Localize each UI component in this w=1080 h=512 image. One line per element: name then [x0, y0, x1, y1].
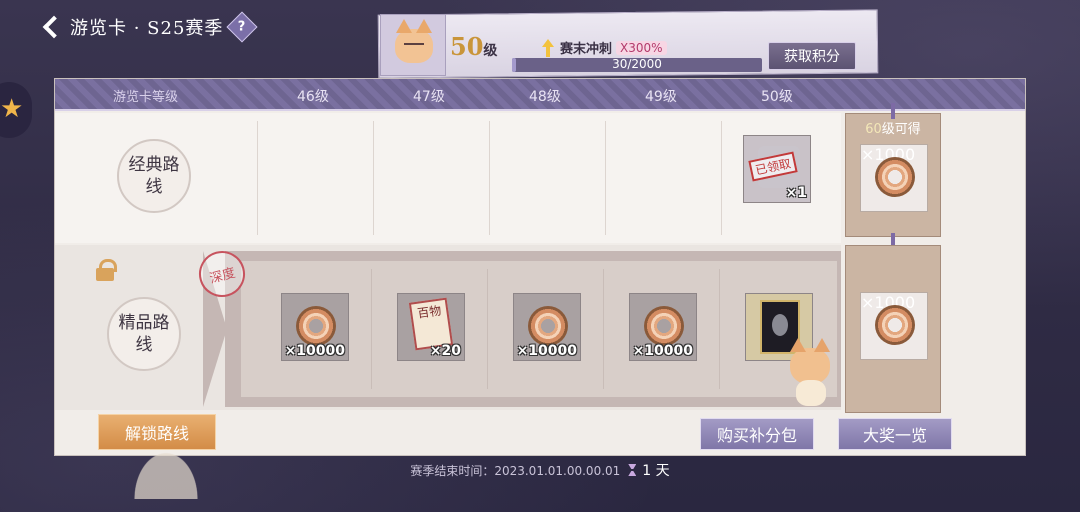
- classic-route-badge: 经典路线: [117, 139, 191, 213]
- season-end-label: 赛季结束时间：2023.01.01.00.00.01: [410, 464, 621, 478]
- header-row-label: 游览卡等级: [113, 90, 179, 105]
- reward-item-classic-50[interactable]: 已领取 ×1: [743, 135, 811, 203]
- xp-text: 30/2000: [612, 57, 662, 71]
- level60-premium-slot: ×1000: [845, 245, 941, 413]
- level60-text: 级可得: [881, 122, 921, 137]
- level-number: 50: [450, 32, 484, 61]
- coin-icon: [875, 305, 915, 345]
- back-arrow-icon[interactable]: [40, 13, 62, 41]
- coin-icon: [644, 306, 684, 346]
- level60-number: 60: [865, 122, 882, 137]
- reward-item-premium-48[interactable]: ×10000: [513, 293, 581, 361]
- reward-item-premium-46[interactable]: ×10000: [281, 293, 349, 361]
- reward-item-premium-60[interactable]: ×1000: [860, 292, 928, 360]
- level60-label: 60级可得: [846, 118, 940, 137]
- help-button[interactable]: ?: [226, 11, 258, 43]
- hourglass-icon: [628, 464, 637, 476]
- top-bar: 游览卡 · S25赛季 ?: [40, 10, 258, 44]
- premium-route-label: 精品路线: [118, 313, 170, 355]
- fox-mascot: [778, 338, 842, 410]
- premium-route-badge: 精品路线: [107, 297, 181, 371]
- coin-icon: [875, 157, 915, 197]
- fox-face-icon: [395, 19, 433, 63]
- item-count: ×10000: [632, 343, 693, 359]
- fox-body-icon: [796, 380, 826, 406]
- boost-label: 赛末冲刺: [560, 42, 613, 57]
- fox-head-icon: [790, 338, 830, 384]
- get-points-button[interactable]: 获取积分: [768, 42, 856, 70]
- prize-list-button[interactable]: 大奖一览: [838, 418, 952, 450]
- level-header: 游览卡等级 46级 47级 48级 49级 50级: [55, 79, 1025, 111]
- current-level: 50级: [450, 32, 497, 61]
- fox-avatar: [380, 14, 446, 76]
- classic-route-label: 经典路线: [128, 155, 180, 197]
- buy-pack-button[interactable]: 购买补分包: [700, 418, 814, 450]
- ribbon-icon: [891, 103, 895, 119]
- remaining-days: 1 天: [642, 463, 670, 479]
- level60-column: 60级可得 ×1000 ×1000: [841, 103, 941, 413]
- season-footer: 赛季结束时间：2023.01.01.00.00.01 1 天: [0, 460, 1080, 480]
- header-level: 47级: [413, 89, 445, 105]
- reward-item-premium-47[interactable]: 百物 ×20: [397, 293, 465, 361]
- pass-panel: 游览卡等级 46级 47级 48级 49级 50级 经典路线 已领取 ×1 精品…: [54, 78, 1026, 499]
- item-count: ×20: [429, 343, 461, 359]
- boost-multiplier: X300%: [616, 40, 667, 55]
- item-count: ×10000: [516, 343, 577, 359]
- header-level: 46级: [297, 89, 329, 105]
- header-level: 48级: [529, 89, 561, 105]
- arrow-up-icon: [540, 38, 556, 57]
- reward-item-classic-60[interactable]: ×1000: [860, 144, 928, 212]
- reward-item-premium-49[interactable]: ×10000: [629, 293, 697, 361]
- boost-tag: 赛末冲刺 X300%: [540, 38, 667, 57]
- lock-icon: [95, 259, 117, 281]
- header-level: 50级: [761, 89, 793, 105]
- level60-classic-slot: 60级可得 ×1000: [845, 113, 941, 237]
- coin-icon: [296, 306, 336, 346]
- unlock-route-button[interactable]: 解锁路线: [98, 414, 216, 450]
- item-count: ×10000: [284, 343, 345, 359]
- level-unit: 级: [483, 43, 498, 59]
- coin-icon: [528, 306, 568, 346]
- question-mark-icon: ?: [238, 19, 247, 35]
- item-count: ×1: [785, 185, 807, 201]
- page-title: 游览卡 · S25赛季: [70, 18, 224, 39]
- header-level: 49级: [645, 89, 677, 105]
